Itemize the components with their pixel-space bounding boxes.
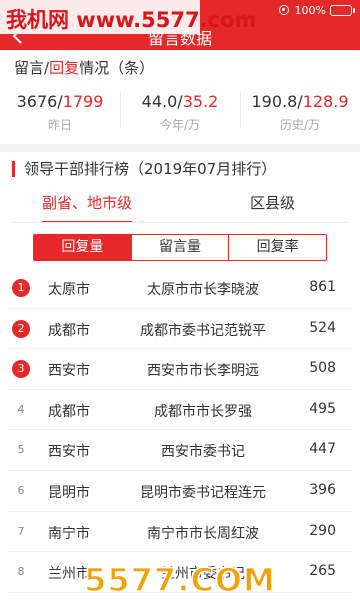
stat-label: 今年/万 (159, 118, 201, 132)
summary-title-highlight: 回复 (49, 59, 80, 77)
stat-label: 历史/万 (279, 118, 321, 132)
official-name: 南宁市市长周红波 (147, 525, 259, 542)
summary-title-suffix: 情况（条） (79, 59, 155, 77)
metric-tab-messages[interactable]: 留言量 (130, 235, 229, 260)
ranking-header: 领导干部排行榜（2019年07月排行） (12, 158, 276, 179)
list-item[interactable]: 6 昆明市 昆明市委书记程连元 396 (8, 471, 352, 512)
reply-count: 861 (309, 279, 336, 295)
official-name: 西安市市长李明远 (147, 363, 259, 380)
rank-number: 7 (17, 524, 25, 538)
official-name: 西安市委书记 (161, 444, 245, 461)
rank-number: 5 (17, 443, 25, 457)
city-name: 南宁市 (48, 525, 90, 542)
stat-label: 昨日 (47, 118, 72, 132)
reply-count: 396 (309, 481, 336, 498)
city-name: 昆明市 (48, 484, 90, 501)
section-divider (0, 144, 360, 152)
stat-value: 190.8/128.9 (251, 92, 349, 111)
stat-history: 190.8/128.9 历史/万 (240, 84, 360, 140)
footer-watermark: 5577.COM (80, 560, 280, 600)
city-name: 西安市 (48, 363, 90, 380)
city-name: 成都市 (48, 403, 90, 420)
stat-yesterday: 3676/1799 昨日 (0, 84, 120, 140)
reply-count: 447 (309, 441, 336, 458)
rank-badge: 3 (12, 360, 30, 379)
rank-badge: 1 (12, 279, 30, 297)
stat-this-year: 44.0/35.2 今年/万 (120, 84, 240, 140)
tab-provincial-city[interactable]: 副省、地市级 (42, 189, 133, 223)
ranking-list: 1 太原市 太原市市长李晓波 861 2 成都市 成都市委书记范锐平 524 3… (0, 268, 360, 593)
battery-percent: 100% (294, 3, 326, 17)
official-name: 成都市委书记范锐平 (140, 322, 266, 339)
reply-count: 524 (309, 319, 336, 336)
reply-count: 495 (309, 400, 336, 417)
rank-badge: 2 (12, 319, 30, 338)
stat-value: 3676/1799 (16, 92, 104, 111)
watermark-banner: 我机网 www.5577.com (0, 0, 256, 34)
reply-count: 265 (309, 563, 336, 580)
status-indicators: 100% (278, 3, 355, 17)
rank-number: 8 (17, 565, 25, 579)
rank-number: 4 (17, 402, 25, 416)
official-name: 成都市市长罗强 (154, 403, 252, 420)
official-name: 昆明市委书记程连元 (140, 484, 266, 501)
official-name: 太原市市长李晓波 (147, 282, 259, 298)
metric-segmented-control: 回复量 留言量 回复率 (33, 234, 327, 261)
rank-number: 6 (17, 483, 25, 497)
reply-count: 290 (309, 522, 336, 539)
battery-icon (330, 4, 355, 16)
list-item[interactable]: 2 成都市 成都市委书记范锐平 524 (8, 309, 352, 350)
metric-tab-reply-rate[interactable]: 回复率 (228, 235, 326, 260)
ranking-title: 领导干部排行榜（2019年07月排行） (24, 160, 277, 178)
summary-stats: 3676/1799 昨日 44.0/35.2 今年/万 190.8/128.9 … (0, 84, 360, 140)
stat-value: 44.0/35.2 (141, 92, 219, 111)
tab-district-county[interactable]: 区县级 (250, 189, 295, 223)
watermark-text: 我机网 www.5577.com (6, 8, 257, 32)
list-item[interactable]: 4 成都市 成都市市长罗强 495 (8, 390, 352, 431)
city-name: 太原市 (48, 282, 90, 298)
footer-watermark-text: 5577.COM (83, 560, 276, 600)
list-item[interactable]: 1 太原市 太原市市长李晓波 861 (8, 268, 352, 309)
city-name: 成都市 (48, 322, 90, 339)
list-item[interactable]: 5 西安市 西安市委书记 447 (8, 430, 352, 471)
rotation-lock-icon (278, 5, 289, 15)
tabs-divider (12, 222, 348, 223)
reply-count: 508 (309, 360, 336, 377)
summary-title: 留言/回复情况（条） (14, 57, 154, 78)
list-item[interactable]: 7 南宁市 南宁市市长周红波 290 (8, 512, 352, 553)
section-marker (12, 160, 15, 177)
metric-tab-replies[interactable]: 回复量 (34, 235, 131, 260)
city-name: 西安市 (48, 444, 90, 461)
level-tabs: 副省、地市级 区县级 (0, 189, 360, 223)
list-item[interactable]: 3 西安市 西安市市长李明远 508 (8, 349, 352, 390)
summary-title-prefix: 留言/ (14, 59, 50, 77)
